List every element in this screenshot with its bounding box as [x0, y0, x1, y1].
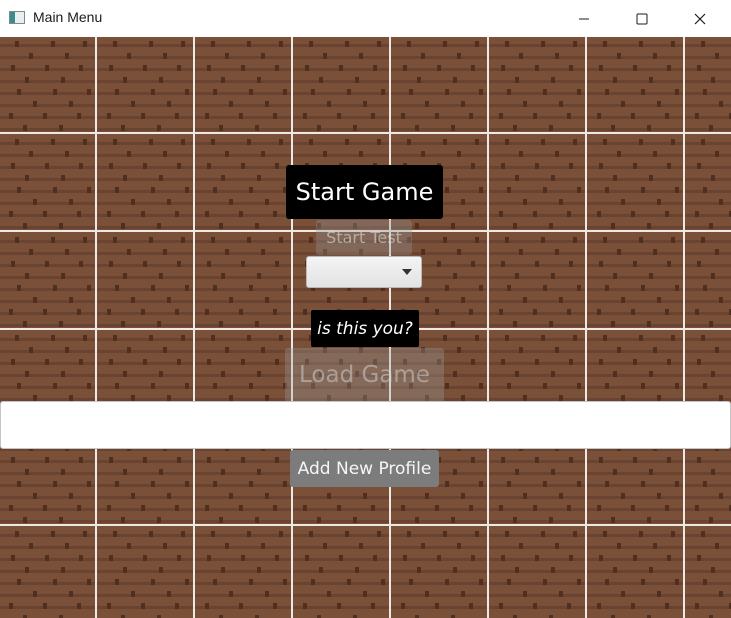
main-menu-scene: Start Game Start Test is this you? Load …	[0, 37, 731, 618]
profile-name-input[interactable]	[0, 401, 731, 449]
start-game-button[interactable]: Start Game	[286, 165, 443, 219]
load-game-button[interactable]: Load Game	[285, 348, 444, 402]
add-new-profile-button[interactable]: Add New Profile	[290, 450, 439, 487]
maximize-button[interactable]	[613, 0, 671, 37]
maximize-icon	[636, 13, 648, 24]
minimize-button[interactable]	[555, 0, 613, 37]
app-window-icon	[9, 11, 25, 24]
start-test-button[interactable]: Start Test	[316, 220, 412, 255]
minimize-icon	[579, 18, 589, 19]
close-icon	[694, 13, 706, 24]
profile-prompt-label: is this you?	[311, 310, 419, 347]
profile-dropdown[interactable]	[306, 256, 422, 288]
close-button[interactable]	[671, 0, 729, 37]
window-title: Main Menu	[33, 9, 103, 25]
chevron-down-icon	[402, 269, 412, 275]
title-bar: Main Menu	[0, 0, 731, 37]
